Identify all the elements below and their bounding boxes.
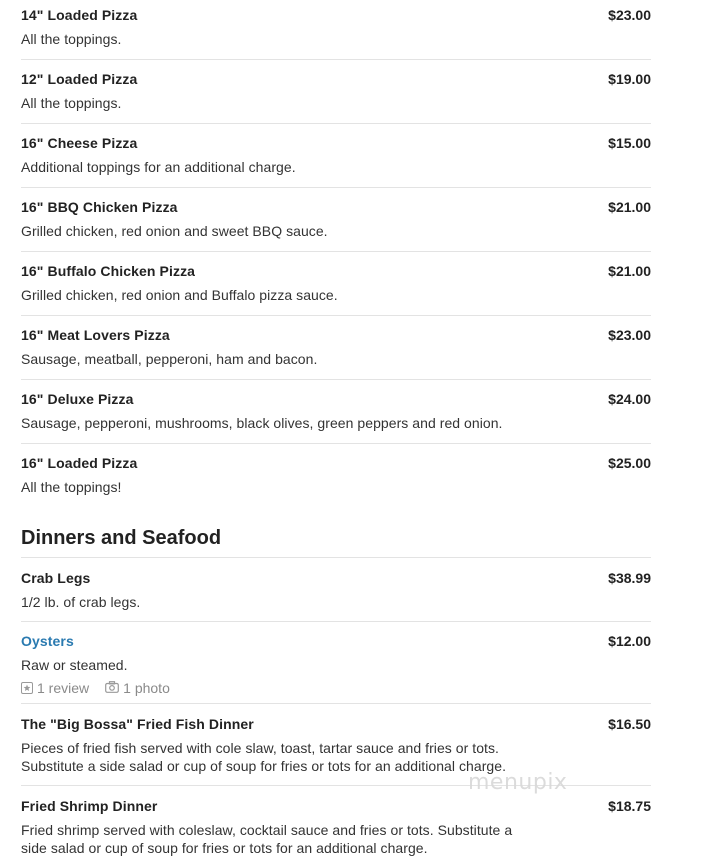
item-name: Crab Legs [21,570,91,586]
item-description-line: side salad or cup of soup for fries or t… [21,840,428,856]
item-description: Additional toppings for an additional ch… [21,159,296,175]
menu-item: 16" Loaded Pizza $25.00 All the toppings… [21,444,651,508]
item-price: $23.00 [608,7,651,23]
item-price: $21.00 [608,263,651,279]
camera-icon[interactable] [105,679,120,697]
item-description: 1/2 lb. of crab legs. [21,594,141,610]
item-description: Sausage, meatball, pepperoni, ham and ba… [21,351,318,367]
item-name: The "Big Bossa" Fried Fish Dinner [21,716,254,732]
item-price: $12.00 [608,633,651,649]
item-name: 14" Loaded Pizza [21,7,138,23]
item-description: Grilled chicken, red onion and Buffalo p… [21,287,338,303]
item-name: 16" Buffalo Chicken Pizza [21,263,196,279]
section-header: Dinners and Seafood [21,508,651,558]
menu-item: 16" Deluxe Pizza $24.00 Sausage, peppero… [21,380,651,444]
star-box-icon[interactable] [21,682,33,694]
item-description: Raw or steamed. [21,657,128,673]
item-price: $25.00 [608,455,651,471]
item-name: 16" BBQ Chicken Pizza [21,199,178,215]
item-price: $23.00 [608,327,651,343]
menu-item: 16" Buffalo Chicken Pizza $21.00 Grilled… [21,252,651,316]
item-price: $18.75 [608,798,651,814]
item-name: 16" Loaded Pizza [21,455,138,471]
menu-item: Crab Legs $38.99 1/2 lb. of crab legs. [21,558,651,622]
item-price: $16.50 [608,716,651,732]
menu-item: 14" Loaded Pizza $23.00 All the toppings… [21,0,651,60]
menu-item: Oysters $12.00 Raw or steamed. 1 review … [21,622,651,704]
item-price: $24.00 [608,391,651,407]
item-price: $21.00 [608,199,651,215]
review-count-link[interactable]: 1 review [37,679,89,697]
item-name: 16" Meat Lovers Pizza [21,327,170,343]
item-description: Sausage, pepperoni, mushrooms, black oli… [21,415,503,431]
menu-item: 16" Meat Lovers Pizza $23.00 Sausage, me… [21,316,651,380]
item-description: Fried shrimp served with coleslaw, cockt… [21,821,651,857]
menu-item: 16" Cheese Pizza $15.00 Additional toppi… [21,124,651,188]
item-price: $15.00 [608,135,651,151]
menu-item: 16" BBQ Chicken Pizza $21.00 Grilled chi… [21,188,651,252]
section-title: Dinners and Seafood [21,527,222,549]
item-price: $19.00 [608,71,651,87]
item-name: 16" Cheese Pizza [21,135,138,151]
item-name-link[interactable]: Oysters [21,632,74,650]
item-name: Fried Shrimp Dinner [21,798,158,814]
item-description-line: Fried shrimp served with coleslaw, cockt… [21,822,513,838]
item-description: All the toppings. [21,95,122,111]
item-meta: 1 review 1 photo [21,679,651,697]
menu-item: Fried Shrimp Dinner $18.75 Fried shrimp … [21,786,651,867]
item-description: All the toppings. [21,31,122,47]
watermark: menupix [468,770,568,795]
item-price: $38.99 [608,570,651,586]
photo-count-link[interactable]: 1 photo [123,679,170,697]
menu-item: 12" Loaded Pizza $19.00 All the toppings… [21,60,651,124]
item-name: 16" Deluxe Pizza [21,391,134,407]
item-description: Grilled chicken, red onion and sweet BBQ… [21,223,328,239]
item-description-line: Pieces of fried fish served with cole sl… [21,740,499,756]
item-description: All the toppings! [21,479,122,495]
item-name: 12" Loaded Pizza [21,71,138,87]
